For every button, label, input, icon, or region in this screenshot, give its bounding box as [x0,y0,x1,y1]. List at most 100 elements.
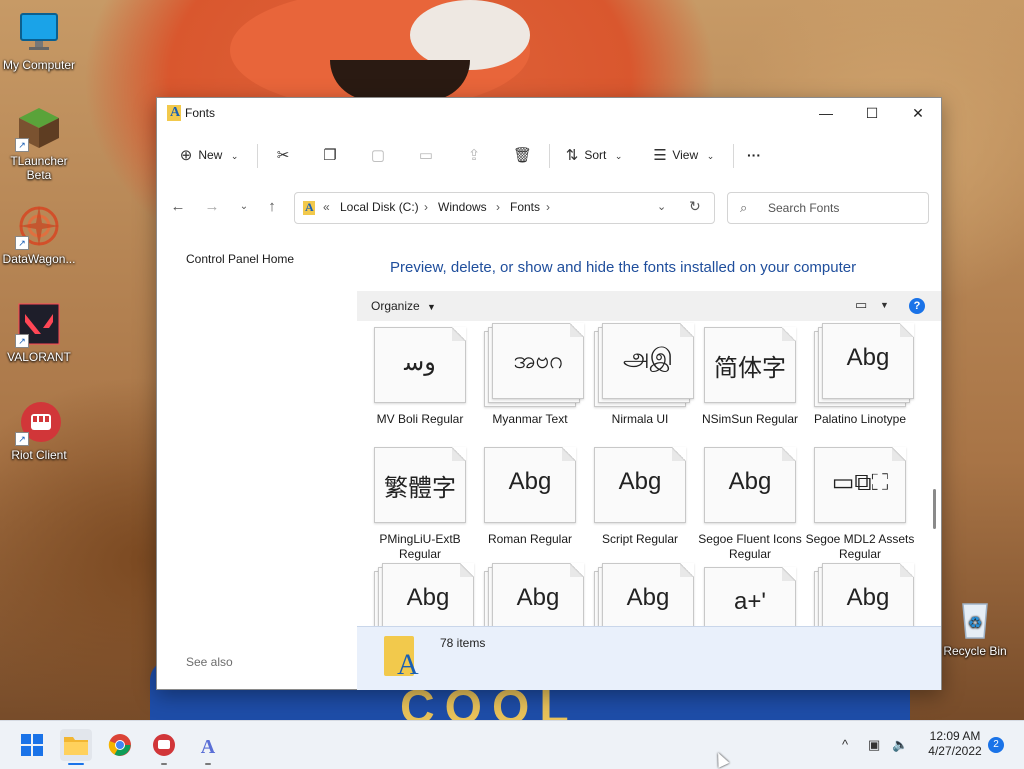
font-tile[interactable]: Abg Script Regular [585,441,695,559]
active-indicator [68,763,84,765]
font-sample-glyph: Abg [728,468,772,495]
notification-badge[interactable]: 2 [988,737,1004,753]
up-arrow-icon[interactable]: ↑ [259,194,285,220]
fonts-folder-large-icon: A [384,636,419,681]
font-tile[interactable]: Abg Palatino Linotype [805,321,915,439]
view-button[interactable]: ☰ View ⌄ [651,142,719,168]
view-label: View [672,148,699,162]
font-sample-glyph: a+' [734,588,766,615]
font-name: Segoe Fluent Icons Regular [698,532,802,561]
search-box[interactable]: ⌕ Search Fonts [727,192,929,224]
view-mode-icon[interactable]: ▭ [855,297,867,313]
control-panel-home-link[interactable]: Control Panel Home [186,252,294,266]
font-preview-icon: အဗဂ [484,323,584,407]
minimize-button[interactable]: — [803,98,849,128]
title-bar[interactable]: A Fonts — ☐ ✕ [157,98,941,128]
forward-arrow-icon[interactable]: → [199,194,225,220]
desktop-icon-valorant[interactable]: ↗ VALORANT [0,302,78,364]
fonts-folder-icon: A [303,200,315,215]
font-tile[interactable]: 繁體字 PMingLiU-ExtB Regular [365,441,475,561]
delete-button[interactable]: 🗑 [513,142,532,168]
font-name: PMingLiU-ExtB Regular [379,532,461,561]
font-tile[interactable]: a+' [695,561,805,626]
clock[interactable]: 12:09 AM 4/27/2022 [918,729,992,759]
font-sample-glyph: Abg [406,584,450,611]
font-sample-glyph: ▭⧉⛶ [831,469,889,496]
back-arrow-icon[interactable]: ← [165,194,191,220]
fonts-taskbar-button[interactable]: A [192,729,224,765]
chrome-taskbar-button[interactable] [104,729,136,761]
rename-button[interactable]: ▭ [417,142,435,168]
help-button[interactable]: ? [909,298,925,314]
font-name: Segoe MDL2 Assets Regular [805,532,915,561]
address-dropdown-chevron-icon[interactable]: ⌄ [657,200,666,213]
desktop-icon-label: VALORANT [7,350,71,364]
overflow-chevron-icon[interactable]: « [323,200,330,214]
share-button[interactable]: ⇪ [465,142,483,168]
font-tile[interactable]: ﻭﺳ MV Boli Regular [365,321,475,439]
search-placeholder: Search Fonts [768,201,840,215]
desktop-icon-datawagon[interactable]: ↗ DataWagon... [0,204,78,266]
cut-button[interactable]: ✂ [274,142,292,168]
sort-button[interactable]: ⇅ Sort ⌄ [563,142,628,168]
desktop-icon-riot-client[interactable]: ↗ Riot Client [0,400,78,462]
font-name: Palatino Linotype [813,412,907,426]
font-tile[interactable]: Abg Roman Regular [475,441,585,559]
copy-button[interactable]: ❐ [321,142,339,168]
starburst-icon: ↗ [15,204,61,250]
font-preview-icon: ▭⧉⛶ [814,447,906,523]
close-button[interactable]: ✕ [895,98,941,128]
font-tile[interactable]: ▭⧉⛶ Segoe MDL2 Assets Regular [805,441,915,561]
breadcrumb-windows[interactable]: Windows [438,200,487,214]
font-tile[interactable]: အဗဂ Myanmar Text [475,321,585,439]
shortcut-arrow-icon: ↗ [15,236,29,250]
start-button[interactable] [16,729,48,761]
font-tile[interactable]: Abg Segoe Fluent Icons Regular [695,441,805,561]
breadcrumb-local-disk[interactable]: Local Disk (C:) [340,200,419,214]
desktop-icon-recycle-bin[interactable]: ♻ Recycle Bin [936,596,1014,658]
plus-circle-icon: ⊕ [179,146,193,164]
vertical-scrollbar[interactable] [931,321,939,626]
recent-locations-chevron-icon[interactable]: ⌄ [231,194,257,220]
new-button[interactable]: ⊕ New ⌄ [177,142,244,168]
scrollbar-thumb[interactable] [933,489,936,529]
font-tile[interactable]: Abg [475,561,585,626]
font-sample-glyph: Abg [618,468,662,495]
share-icon: ⇪ [467,146,481,164]
riot-client-taskbar-button[interactable] [148,729,180,765]
font-tile[interactable]: Abg [805,561,915,626]
organize-button[interactable]: Organize ▼ [371,299,436,313]
clipboard-icon: ▢ [370,146,386,164]
desktop-icon-label: Recycle Bin [943,644,1007,658]
taskbar: A ^ ▣ 🔈 12:09 AM 4/27/2022 2 [0,720,1024,769]
desktop-icon-label: DataWagon... [2,252,76,266]
font-sample-glyph: அஇ [622,344,673,371]
refresh-icon[interactable]: ↻ [689,198,701,215]
font-tile[interactable]: 简体字 NSimSun Regular [695,321,805,439]
font-tile[interactable]: அஇ Nirmala UI [585,321,695,439]
monitor-icon [17,10,61,54]
show-hidden-icons-chevron-icon[interactable]: ^ [842,721,848,769]
caret-down-icon[interactable]: ▼ [880,300,889,310]
maximize-button[interactable]: ☐ [849,98,895,128]
address-bar[interactable]: A « Local Disk (C:) › Windows › Fonts › … [294,192,715,224]
more-options-button[interactable]: ··· [747,142,761,168]
navigation-bar: ← → ⌄ ↑ A « Local Disk (C:) › Windows › … [157,188,941,228]
riot-fist-icon [153,734,175,756]
network-icon[interactable]: ▣ [868,721,880,769]
scissors-icon: ✂ [276,146,290,164]
paste-button[interactable]: ▢ [369,142,387,168]
font-sample-glyph: 繁體字 [384,475,456,502]
grass-block-icon: ↗ [15,106,61,152]
font-name: Myanmar Text [492,412,568,426]
left-pane: Control Panel Home See also [157,238,357,689]
font-preview-icon: Abg [814,563,914,626]
font-tile[interactable]: Abg [585,561,695,626]
desktop-icon-tlauncher[interactable]: ↗ TLauncher Beta [0,106,78,182]
desktop-icon-my-computer[interactable]: My Computer [0,10,78,72]
font-tile[interactable]: Abg [365,561,475,626]
list-view-icon: ☰ [653,146,667,164]
file-explorer-taskbar-button[interactable] [60,729,92,765]
breadcrumb-fonts[interactable]: Fonts [510,200,540,214]
volume-icon[interactable]: 🔈 [892,721,908,769]
